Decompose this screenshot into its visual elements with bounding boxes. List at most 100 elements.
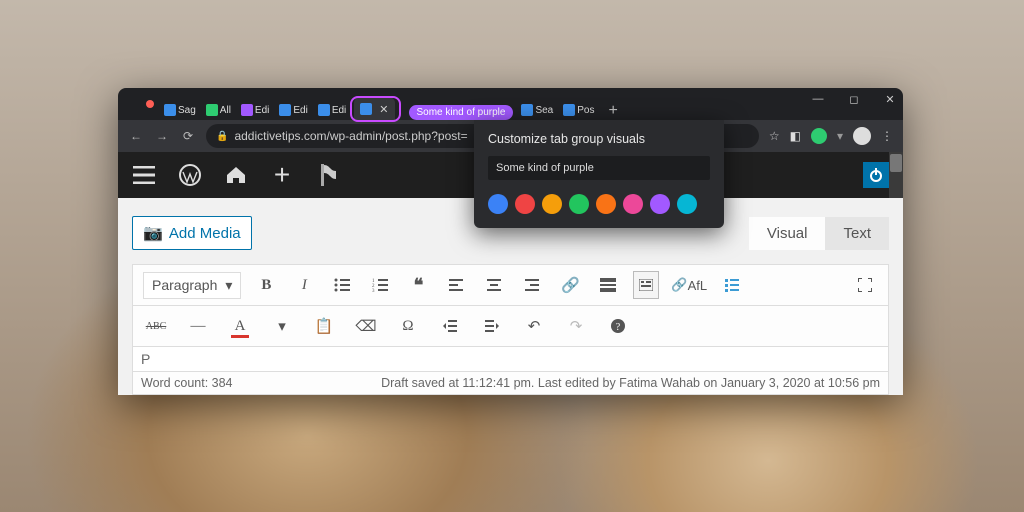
tab-edit-1[interactable]: Edi [237,100,273,120]
color-swatch-purple[interactable] [650,194,670,214]
svg-text:3: 3 [372,289,375,292]
word-count: Word count: 384 [141,376,233,390]
toolbar-toggle-button[interactable] [633,271,659,299]
add-media-label: Add Media [169,225,241,242]
tab-sag[interactable]: Sag [160,100,200,120]
blockquote-button[interactable]: ❝ [405,271,431,299]
scrollbar[interactable] [889,152,903,198]
menu-icon[interactable]: ⋮ [881,129,893,143]
clear-formatting-button[interactable]: ⌫ [353,312,379,340]
tab-edit-2[interactable]: Edi [275,100,311,120]
extension-icon[interactable]: ◧ [790,129,801,143]
strikethrough-button[interactable]: ABC [143,312,169,340]
recording-indicator-icon [146,100,154,108]
link-button[interactable]: 🔗 [557,271,583,299]
tab-label: Edi [332,105,346,116]
tab-search[interactable]: Sea [517,100,557,120]
seo-icon[interactable] [316,163,340,187]
text-color-button[interactable]: A [227,312,253,340]
tab-label: Edi [293,105,307,116]
tab-visual[interactable]: Visual [749,217,826,250]
menu-icon[interactable] [132,163,156,187]
tab-strip: Sag All Edi Edi Edi ✕ Some kind of purpl… [118,88,903,120]
align-left-button[interactable] [443,271,469,299]
group-name-input[interactable] [488,156,710,180]
special-char-button[interactable]: Ω [395,312,421,340]
paragraph-dropdown[interactable]: Paragraph ▾ [143,272,241,299]
extension-icon[interactable] [811,128,827,144]
power-icon[interactable] [863,162,889,188]
tab-active[interactable]: ✕ [354,97,394,121]
editor-path: P [132,347,889,372]
home-icon[interactable] [224,163,248,187]
tab-group-popup: Customize tab group visuals [474,120,724,228]
undo-button[interactable]: ↶ [521,312,547,340]
add-media-button[interactable]: 📷 Add Media [132,216,252,250]
paste-text-button[interactable]: 📋 [311,312,337,340]
help-button[interactable]: ? [605,312,631,340]
back-button[interactable]: ← [128,129,144,143]
tab-all[interactable]: All [202,100,235,120]
bullet-list-button[interactable] [329,271,355,299]
lock-icon: 🔒 [216,131,228,142]
star-icon[interactable]: ☆ [769,129,780,143]
new-post-icon[interactable]: + [270,163,294,187]
italic-button[interactable]: I [291,271,317,299]
url-text: addictivetips.com/wp-admin/post.php?post… [234,129,467,143]
checklist-button[interactable] [719,271,745,299]
extension-icons: ◧ ▾ ⋮ [790,127,893,145]
read-more-button[interactable] [595,271,621,299]
hr-button[interactable]: — [185,312,211,340]
wordpress-icon[interactable] [178,163,202,187]
tab-edit-3[interactable]: Edi [314,100,350,120]
profile-avatar[interactable] [853,127,871,145]
close-button[interactable]: ✕ [883,92,897,106]
popup-title: Customize tab group visuals [488,132,710,146]
tab-group-active[interactable]: ✕ [352,98,398,120]
extension-icon[interactable]: ▾ [837,129,843,143]
chevron-down-icon: ▾ [225,277,232,294]
favicon-icon [279,104,291,116]
numbered-list-button[interactable]: 123 [367,271,393,299]
maximize-button[interactable]: ◻ [847,92,861,106]
draft-status: Draft saved at 11:12:41 pm. Last edited … [381,376,880,390]
align-right-button[interactable] [519,271,545,299]
color-swatch-yellow[interactable] [542,194,562,214]
tab-group-chip[interactable]: Some kind of purple [409,105,514,120]
forward-button[interactable]: → [154,129,170,143]
favicon-icon [563,104,575,116]
align-center-button[interactable] [481,271,507,299]
fullscreen-button[interactable] [852,271,878,299]
color-swatch-red[interactable] [515,194,535,214]
minimize-button[interactable]: — [811,92,825,106]
color-swatch-blue[interactable] [488,194,508,214]
redo-button[interactable]: ↷ [563,312,589,340]
tab-label: Sag [178,105,196,116]
tab-label: Edi [255,105,269,116]
editor-status-bar: Word count: 384 Draft saved at 11:12:41 … [132,372,889,395]
indent-button[interactable] [479,312,505,340]
editor-toolbar-row2: ABC — A ▾ 📋 ⌫ Ω ↶ ↷ ? [132,306,889,347]
color-swatch-orange[interactable] [596,194,616,214]
path-crumb[interactable]: P [141,351,150,367]
outdent-button[interactable] [437,312,463,340]
tab-posts[interactable]: Pos [559,100,598,120]
close-icon[interactable]: ✕ [379,103,388,116]
new-tab-button[interactable]: + [600,102,625,120]
svg-text:?: ? [616,322,621,333]
color-swatch-green[interactable] [569,194,589,214]
paragraph-label: Paragraph [152,277,217,293]
bold-button[interactable]: B [253,271,279,299]
afl-button[interactable]: 🔗AfL [671,271,707,299]
favicon-icon [521,104,533,116]
favicon-icon [241,104,253,116]
color-swatch-pink[interactable] [623,194,643,214]
chevron-down-icon[interactable]: ▾ [269,312,295,340]
editor-toolbar-row1: Paragraph ▾ B I 123 ❝ 🔗 🔗AfL [132,264,889,306]
reload-button[interactable]: ⟳ [180,129,196,143]
tab-label: Sea [535,105,553,116]
color-swatch-cyan[interactable] [677,194,697,214]
tab-label: Pos [577,105,594,116]
tab-text[interactable]: Text [825,217,889,250]
favicon-icon [164,104,176,116]
